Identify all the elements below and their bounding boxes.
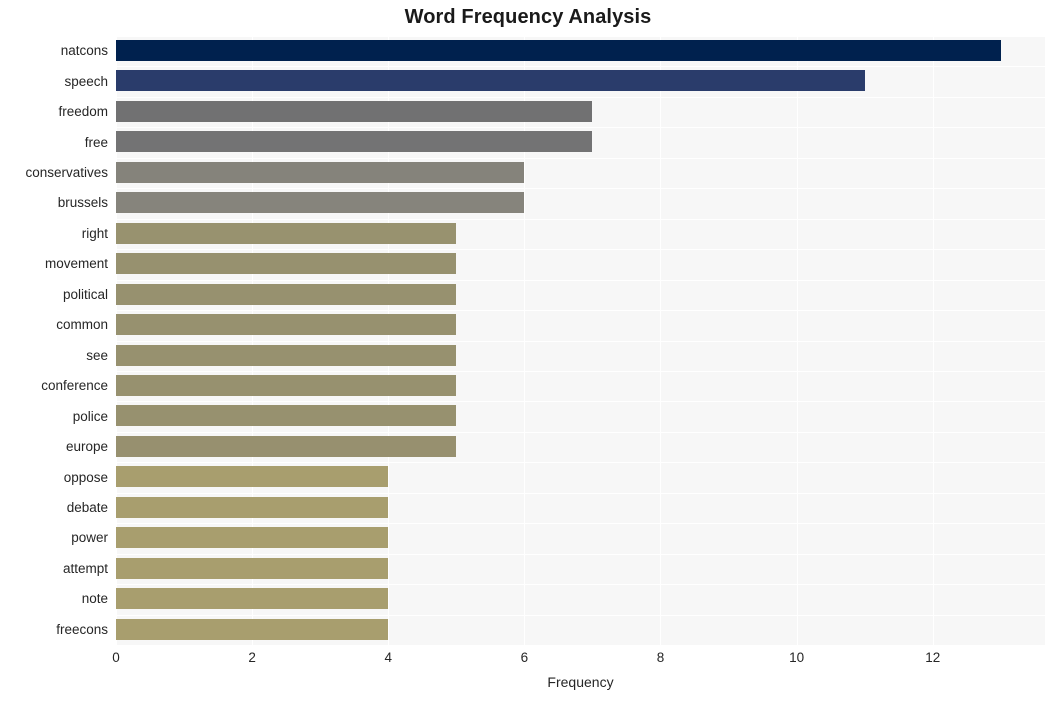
bar-row — [116, 127, 1045, 157]
gridline-horizontal — [116, 310, 1045, 312]
gridline-horizontal — [116, 340, 1045, 342]
y-axis-tick-label: speech — [64, 73, 108, 89]
plot-area — [116, 36, 1045, 645]
bar-row — [116, 66, 1045, 96]
y-axis-tick-label: power — [71, 530, 108, 546]
gridline-horizontal — [116, 218, 1045, 220]
gridline-horizontal — [116, 36, 1045, 37]
gridline-horizontal — [116, 188, 1045, 190]
gridline-horizontal — [116, 553, 1045, 555]
gridline-horizontal — [116, 249, 1045, 251]
x-axis-tick-label: 6 — [520, 650, 529, 665]
bar-row — [116, 188, 1045, 218]
y-axis-tick-label: europe — [65, 439, 108, 455]
bar-row — [116, 523, 1045, 553]
y-axis-tick-labels: natcons speech freedom free conservatives bru… — [0, 36, 108, 645]
y-axis-tick-label: oppose — [63, 469, 108, 485]
y-axis-tick-label: freedom — [58, 104, 108, 120]
bar[interactable] — [116, 100, 593, 122]
bar-row — [116, 614, 1045, 645]
bar[interactable] — [116, 192, 525, 214]
gridline-horizontal — [116, 462, 1045, 464]
y-axis-tick-label: natcons — [60, 43, 108, 59]
x-axis-title: Frequency — [547, 674, 614, 690]
bar[interactable] — [116, 496, 389, 518]
y-axis-tick-label: see — [86, 347, 108, 363]
bar[interactable] — [116, 222, 457, 244]
gridline-horizontal — [116, 96, 1045, 98]
bar-row — [116, 96, 1045, 127]
bar-row — [116, 462, 1045, 492]
bar[interactable] — [116, 557, 389, 579]
gridline-horizontal — [116, 127, 1045, 129]
bar[interactable] — [116, 131, 593, 153]
y-axis-tick-label: brussels — [57, 195, 108, 211]
bar-row — [116, 553, 1045, 584]
bar-row — [116, 401, 1045, 431]
bar-row — [116, 370, 1045, 401]
bar-row — [116, 340, 1045, 371]
bar-row — [116, 584, 1045, 614]
bar[interactable] — [116, 527, 389, 549]
x-axis-tick-label: 8 — [656, 650, 665, 665]
bar[interactable] — [116, 161, 525, 183]
gridline-horizontal — [116, 492, 1045, 494]
bar[interactable] — [116, 314, 457, 336]
gridline-horizontal — [116, 157, 1045, 159]
bar-row — [116, 492, 1045, 523]
y-axis-tick-label: freecons — [56, 621, 108, 637]
gridline-horizontal — [116, 614, 1045, 616]
gridline-horizontal — [116, 523, 1045, 525]
y-axis-tick-label: free — [84, 134, 108, 150]
bar-row — [116, 279, 1045, 310]
bar[interactable] — [116, 405, 457, 427]
word-frequency-bar-chart: Word Frequency Analysis natcons speech fre… — [0, 0, 1056, 701]
y-axis-tick-label: attempt — [62, 560, 108, 576]
gridline-horizontal — [116, 370, 1045, 372]
gridline-horizontal — [116, 401, 1045, 403]
bar[interactable] — [116, 618, 389, 640]
y-axis-tick-label: common — [56, 317, 108, 333]
bar[interactable] — [116, 435, 457, 457]
y-axis-tick-label: police — [72, 408, 108, 424]
bar-row — [116, 249, 1045, 279]
bar[interactable] — [116, 253, 457, 275]
y-axis-tick-label: conservatives — [25, 165, 108, 181]
bars-layer — [116, 36, 1045, 645]
y-axis-tick-label: debate — [66, 499, 108, 515]
gridline-horizontal — [116, 584, 1045, 586]
y-axis-tick-label: note — [81, 591, 108, 607]
x-axis-tick-label: 12 — [925, 650, 941, 665]
bar[interactable] — [116, 466, 389, 488]
bar-row — [116, 310, 1045, 340]
y-axis-tick-label: right — [81, 225, 108, 241]
gridline-horizontal — [116, 431, 1045, 433]
y-axis-tick-label: movement — [44, 256, 108, 272]
x-axis-tick-label: 4 — [384, 650, 392, 665]
chart-title: Word Frequency Analysis — [404, 6, 652, 28]
bar[interactable] — [116, 70, 865, 92]
y-axis-tick-label: conference — [41, 378, 108, 394]
bar[interactable] — [116, 374, 457, 396]
bar[interactable] — [116, 588, 389, 610]
bar-row — [116, 157, 1045, 188]
bar-row — [116, 431, 1045, 462]
x-axis-tick-labels: 0 2 4 6 8 10 12 — [0, 650, 1056, 672]
x-axis-tick-label: 10 — [789, 650, 805, 665]
bar-row — [116, 36, 1045, 66]
x-axis-tick-label: 0 — [112, 650, 120, 665]
bar[interactable] — [116, 344, 457, 366]
bar-row — [116, 218, 1045, 249]
y-axis-tick-label: political — [62, 286, 108, 302]
gridline-horizontal — [116, 66, 1045, 68]
gridline-horizontal — [116, 279, 1045, 281]
bar[interactable] — [116, 40, 1001, 61]
bar[interactable] — [116, 283, 457, 305]
x-axis-tick-label: 2 — [248, 650, 256, 665]
